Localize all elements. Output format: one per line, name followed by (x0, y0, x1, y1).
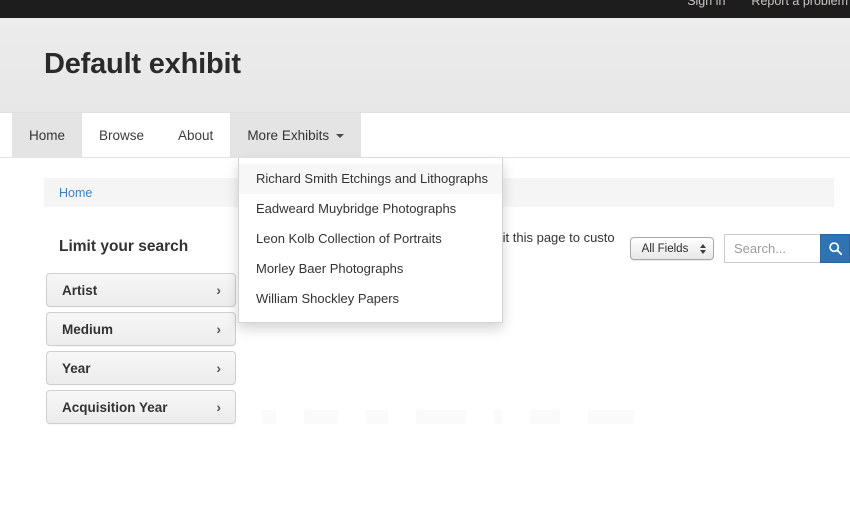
main-navbar: Home Browse About More Exhibits All Fiel… (0, 113, 850, 263)
report-problem-link[interactable]: Report a problem (751, 0, 848, 10)
nav-tab-about[interactable]: About (161, 113, 230, 158)
more-exhibits-dropdown: Richard Smith Etchings and Lithographs E… (238, 158, 503, 323)
nav-tab-home-label: Home (29, 128, 66, 143)
dropdown-item-william-shockley[interactable]: William Shockley Papers (239, 284, 502, 314)
facet-year[interactable]: Year › (46, 351, 236, 385)
utility-bar-links: Sign in Report a problem (687, 0, 850, 10)
exhibit-page: Sign in Report a problem Default exhibit… (0, 0, 850, 514)
nav-tab-about-label: About (178, 128, 214, 143)
nav-tab-browse-label: Browse (99, 128, 145, 143)
facet-artist[interactable]: Artist › (46, 273, 236, 307)
nav-container: Home Browse About More Exhibits (12, 113, 362, 158)
facet-medium-label: Medium (62, 321, 114, 337)
dropdown-item-richard-smith[interactable]: Richard Smith Etchings and Lithographs (239, 164, 502, 194)
nav-tab-browse[interactable]: Browse (82, 113, 161, 158)
facet-year-label: Year (62, 360, 91, 376)
facet-acquisition-year-label: Acquisition Year (62, 399, 168, 415)
limit-your-search-heading: Limit your search (59, 238, 189, 255)
chevron-right-icon: › (216, 321, 221, 337)
facet-acquisition-year[interactable]: Acquisition Year › (46, 390, 236, 424)
nav-tab-more-exhibits[interactable]: More Exhibits (230, 113, 362, 158)
chevron-down-icon (336, 133, 345, 138)
sidebar: Limit your search Artist › Medium › Year… (46, 238, 236, 429)
faint-content-placeholder (262, 405, 850, 429)
nav-tab-list: Home Browse About More Exhibits (12, 113, 362, 158)
chevron-right-icon: › (216, 399, 221, 415)
nav-tab-more-exhibits-label: More Exhibits (247, 128, 330, 143)
breadcrumb-item-home[interactable]: Home (59, 186, 92, 200)
nav-tab-home[interactable]: Home (12, 113, 83, 158)
chevron-right-icon: › (216, 360, 221, 376)
dropdown-item-leon-kolb[interactable]: Leon Kolb Collection of Portraits (239, 224, 502, 254)
utility-bar: Sign in Report a problem (0, 0, 850, 18)
dropdown-item-eadweard-muybridge[interactable]: Eadweard Muybridge Photographs (239, 194, 502, 224)
chevron-right-icon: › (216, 282, 221, 298)
sign-in-link[interactable]: Sign in (687, 0, 725, 10)
facet-medium[interactable]: Medium › (46, 312, 236, 346)
masthead: Default exhibit (0, 18, 850, 113)
dropdown-item-morley-baer[interactable]: Morley Baer Photographs (239, 254, 502, 284)
page-title: Default exhibit (44, 48, 241, 80)
facet-artist-label: Artist (62, 282, 98, 298)
